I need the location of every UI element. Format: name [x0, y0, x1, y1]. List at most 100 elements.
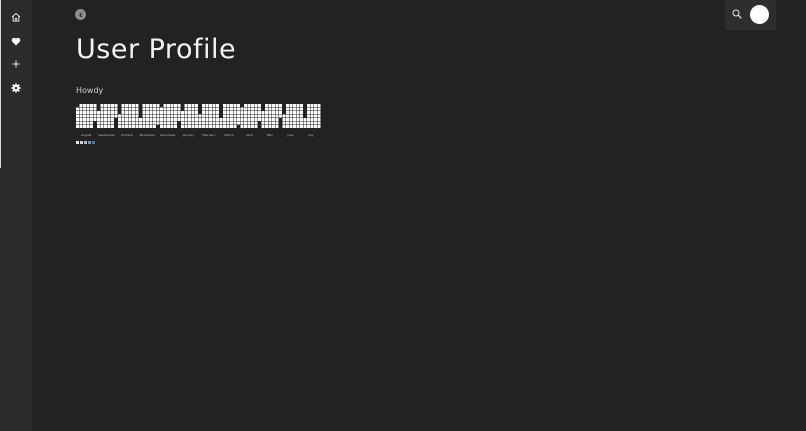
- heatmap-cell: [216, 118, 219, 121]
- heatmap-cell: [202, 111, 205, 114]
- heatmap-cell: [202, 104, 205, 107]
- heatmap-cell: [125, 107, 128, 111]
- heatmap-cell: [184, 111, 188, 114]
- heatmap-cell: [125, 125, 128, 128]
- heatmap-month-label: August: [81, 133, 92, 137]
- heatmap-cell: [125, 121, 128, 125]
- sidebar-item-favorites[interactable]: [8, 33, 24, 49]
- heatmap-cell: [195, 118, 198, 121]
- heatmap-month-label: May: [267, 133, 273, 137]
- legend-swatch: [92, 141, 95, 144]
- heatmap-cell: [142, 125, 146, 128]
- heatmap-cell: [135, 125, 139, 128]
- heatmap-cell: [174, 121, 177, 125]
- heatmap-cell: [258, 111, 261, 114]
- heatmap-cell: [149, 111, 153, 114]
- greeting-text: Howdy: [76, 86, 104, 95]
- heatmap-cell: [191, 118, 195, 121]
- heatmap-cell: [226, 125, 230, 128]
- heatmap-cell: [265, 121, 268, 125]
- heatmap-cell: [205, 104, 209, 107]
- heatmap-cell: [261, 114, 265, 118]
- heatmap-cell: [132, 125, 135, 128]
- heatmap-cell: [132, 111, 135, 114]
- heatmap-cell: [107, 118, 111, 121]
- heatmap-month-label: June: [286, 133, 294, 137]
- heatmap-cell: [212, 104, 216, 107]
- heatmap-cell: [247, 104, 251, 107]
- heatmap-cell: [265, 125, 268, 128]
- heatmap-cell: [244, 104, 247, 107]
- heatmap-cell: [279, 111, 282, 114]
- heatmap-cell: [135, 118, 139, 121]
- heatmap-cell: [156, 111, 160, 114]
- heatmap-legend: [76, 141, 95, 144]
- home-icon: [11, 12, 21, 22]
- heatmap-cell: [121, 107, 125, 111]
- heatmap-cell: [226, 121, 230, 125]
- heatmap-cell: [156, 104, 160, 107]
- heatmap-cell: [121, 114, 125, 118]
- heatmap-cell: [289, 111, 293, 114]
- heatmap-cell: [184, 118, 188, 121]
- heatmap-cell: [258, 107, 261, 111]
- heatmap-cell: [132, 107, 135, 111]
- heatmap-cell: [296, 107, 300, 111]
- sidebar-item-home[interactable]: [8, 9, 24, 25]
- heatmap-cell: [146, 121, 149, 125]
- plus-icon: [12, 60, 20, 68]
- heatmap-cell: [97, 121, 100, 125]
- heatmap-cell: [293, 114, 296, 118]
- heatmap-cell: [93, 118, 97, 121]
- heatmap-cell: [167, 118, 170, 121]
- heatmap-cell: [282, 114, 286, 118]
- heatmap-cell: [163, 114, 167, 118]
- heatmap-cell: [226, 107, 230, 111]
- heatmap-cell: [317, 125, 321, 128]
- heatmap-cell: [223, 118, 226, 121]
- heatmap-cell: [296, 125, 300, 128]
- heatmap-cell: [163, 104, 167, 107]
- sidebar-item-settings[interactable]: [8, 80, 24, 96]
- heatmap-cell: [86, 104, 90, 107]
- heatmap-cell: [293, 111, 296, 114]
- heatmap-cell: [181, 125, 184, 128]
- heatmap-cell: [268, 125, 272, 128]
- heatmap-cell: [226, 111, 230, 114]
- heatmap-cell: [300, 118, 303, 121]
- heatmap-cell: [226, 104, 230, 107]
- search-button[interactable]: [730, 7, 744, 21]
- heatmap-cell: [142, 114, 146, 118]
- page-title: User Profile: [76, 34, 237, 65]
- heatmap-cell: [223, 107, 226, 111]
- heatmap-cell: [303, 118, 307, 121]
- heatmap-cell: [244, 118, 247, 121]
- heatmap-cell: [163, 107, 167, 111]
- heatmap-cell: [93, 114, 97, 118]
- heatmap-cell: [191, 125, 195, 128]
- heatmap-cell: [90, 111, 93, 114]
- heatmap-cell: [121, 118, 125, 121]
- heatmap-cell: [258, 104, 261, 107]
- back-button[interactable]: [75, 9, 86, 20]
- heatmap-month-label: April: [246, 133, 253, 137]
- sidebar-item-add[interactable]: [8, 56, 24, 72]
- heatmap-cell: [198, 114, 202, 118]
- heatmap-cell: [142, 107, 146, 111]
- heatmap-cell: [216, 114, 219, 118]
- heatmap-month-label: December: [160, 133, 176, 137]
- heatmap-cell: [254, 107, 258, 111]
- heatmap-cell: [86, 107, 90, 111]
- heatmap-cell: [79, 121, 83, 125]
- heatmap-cell: [275, 121, 279, 125]
- heatmap-cell: [307, 125, 310, 128]
- heatmap-cell: [209, 118, 212, 121]
- heatmap-cell: [160, 125, 163, 128]
- avatar[interactable]: [750, 5, 769, 24]
- heatmap-cell: [149, 121, 153, 125]
- heatmap-cell: [100, 118, 104, 121]
- heatmap-cell: [107, 111, 111, 114]
- heatmap-cell: [153, 107, 156, 111]
- heatmap-cell: [230, 114, 233, 118]
- heatmap-cell: [167, 104, 170, 107]
